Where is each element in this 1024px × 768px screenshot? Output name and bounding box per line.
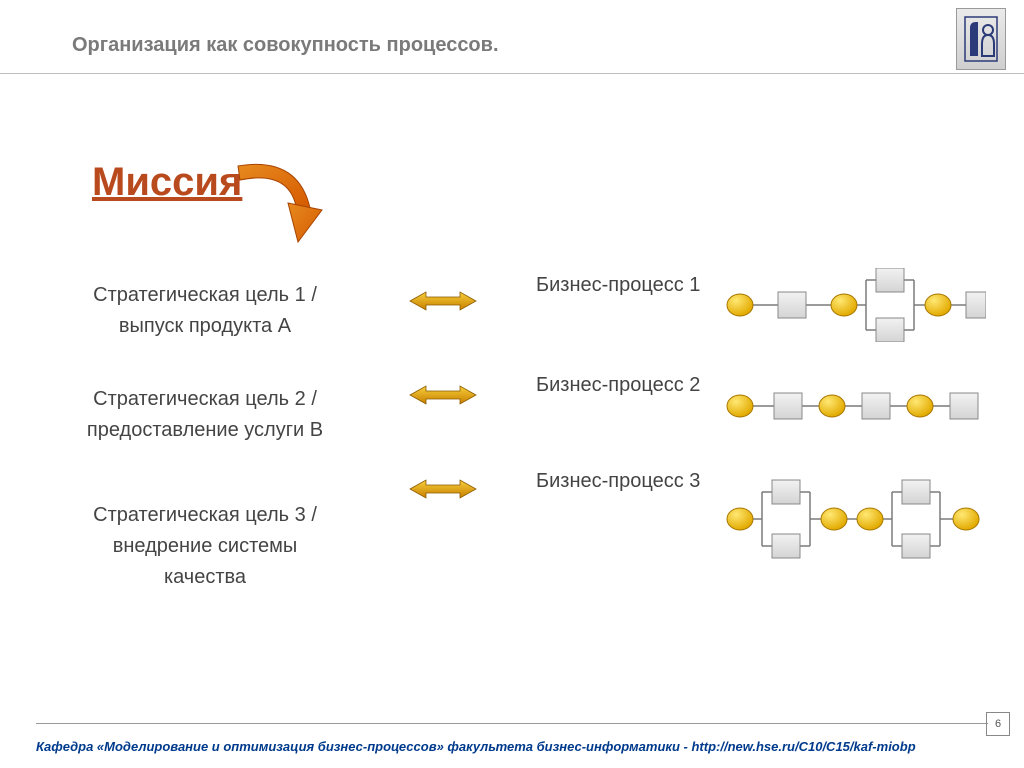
- goal-line: Стратегическая цель 2 /: [93, 388, 317, 410]
- header-divider: [0, 73, 1024, 74]
- business-process-3-label: Бизнес-процесс 3: [536, 470, 700, 493]
- footer-divider: [36, 723, 988, 724]
- double-arrow-icon: [408, 384, 478, 406]
- goal-line: выпуск продукта А: [119, 315, 291, 337]
- flow-diagram-3: [726, 470, 994, 568]
- flow-diagram-1: [726, 268, 986, 342]
- business-process-2-label: Бизнес-процесс 2: [536, 374, 700, 397]
- strategic-goal-1: Стратегическая цель 1 / выпуск продукта …: [70, 280, 340, 342]
- goal-line: Стратегическая цель 1 /: [93, 284, 317, 306]
- strategic-goal-2: Стратегическая цель 2 / предоставление у…: [70, 384, 340, 446]
- slide-title: Организация как совокупность процессов.: [72, 34, 499, 57]
- flow-diagram-2: [726, 388, 994, 424]
- slide-header: Организация как совокупность процессов.: [0, 0, 1024, 74]
- strategic-goal-3: Стратегическая цель 3 / внедрение систем…: [70, 500, 340, 593]
- footer-text: Кафедра «Моделирование и оптимизация биз…: [36, 739, 964, 754]
- curved-arrow-icon: [218, 148, 338, 258]
- goal-line: Стратегическая цель 3 /: [93, 504, 317, 526]
- goal-line: внедрение системы качества: [113, 535, 298, 588]
- double-arrow-icon: [408, 478, 478, 500]
- business-process-1-label: Бизнес-процесс 1: [536, 274, 700, 297]
- hse-logo: [956, 8, 1006, 70]
- page-number: 6: [986, 712, 1010, 736]
- goal-line: предоставление услуги В: [87, 419, 323, 441]
- double-arrow-icon: [408, 290, 478, 312]
